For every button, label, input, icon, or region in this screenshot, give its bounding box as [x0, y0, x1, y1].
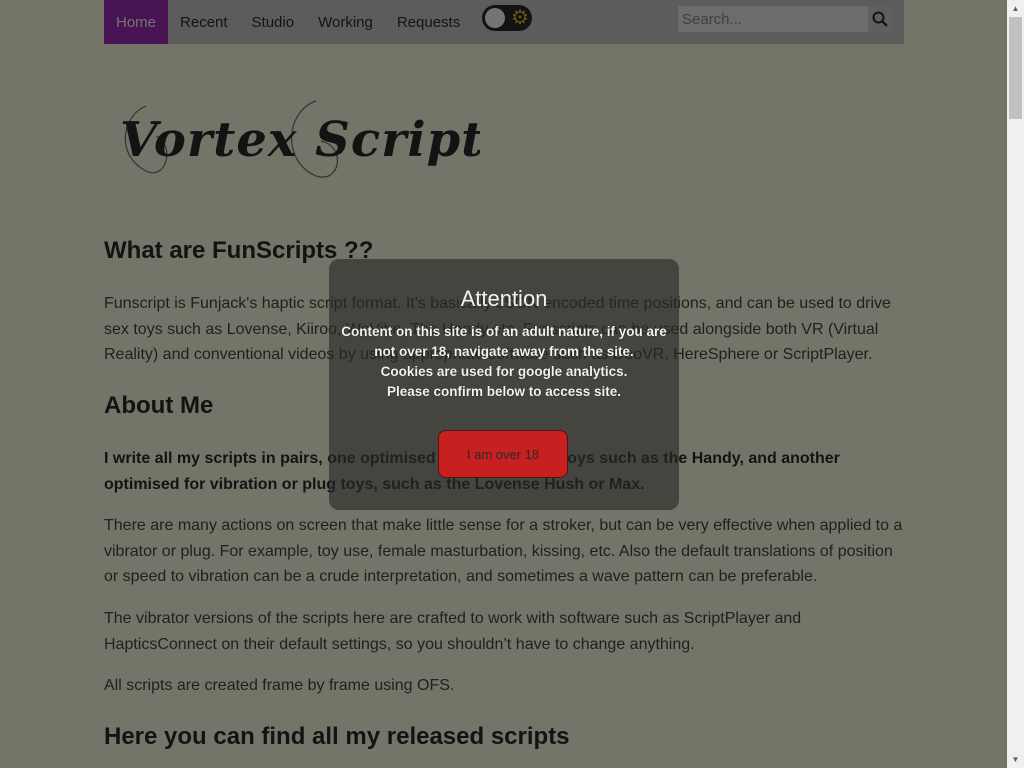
- modal-line: not over 18, navigate away from the site…: [374, 344, 634, 359]
- scroll-thumb[interactable]: [1009, 17, 1022, 119]
- modal-title: Attention: [460, 286, 548, 311]
- scroll-down-arrow-icon[interactable]: ▼: [1007, 751, 1024, 768]
- modal-line: Please confirm below to access site.: [386, 384, 622, 399]
- modal-message: Content on this site is of an adult natu…: [329, 322, 679, 402]
- scroll-up-arrow-icon[interactable]: ▲: [1007, 0, 1024, 17]
- age-verification-modal: Attention Content on this site is of an …: [329, 259, 679, 510]
- modal-line: Content on this site is of an adult natu…: [341, 324, 667, 339]
- page: Home Recent Studio Working Requests ⚙: [0, 0, 1007, 768]
- modal-line: Cookies are used for google analytics.: [380, 364, 628, 379]
- confirm-age-button[interactable]: I am over 18: [438, 430, 568, 478]
- vertical-scrollbar[interactable]: ▲ ▼: [1007, 0, 1024, 768]
